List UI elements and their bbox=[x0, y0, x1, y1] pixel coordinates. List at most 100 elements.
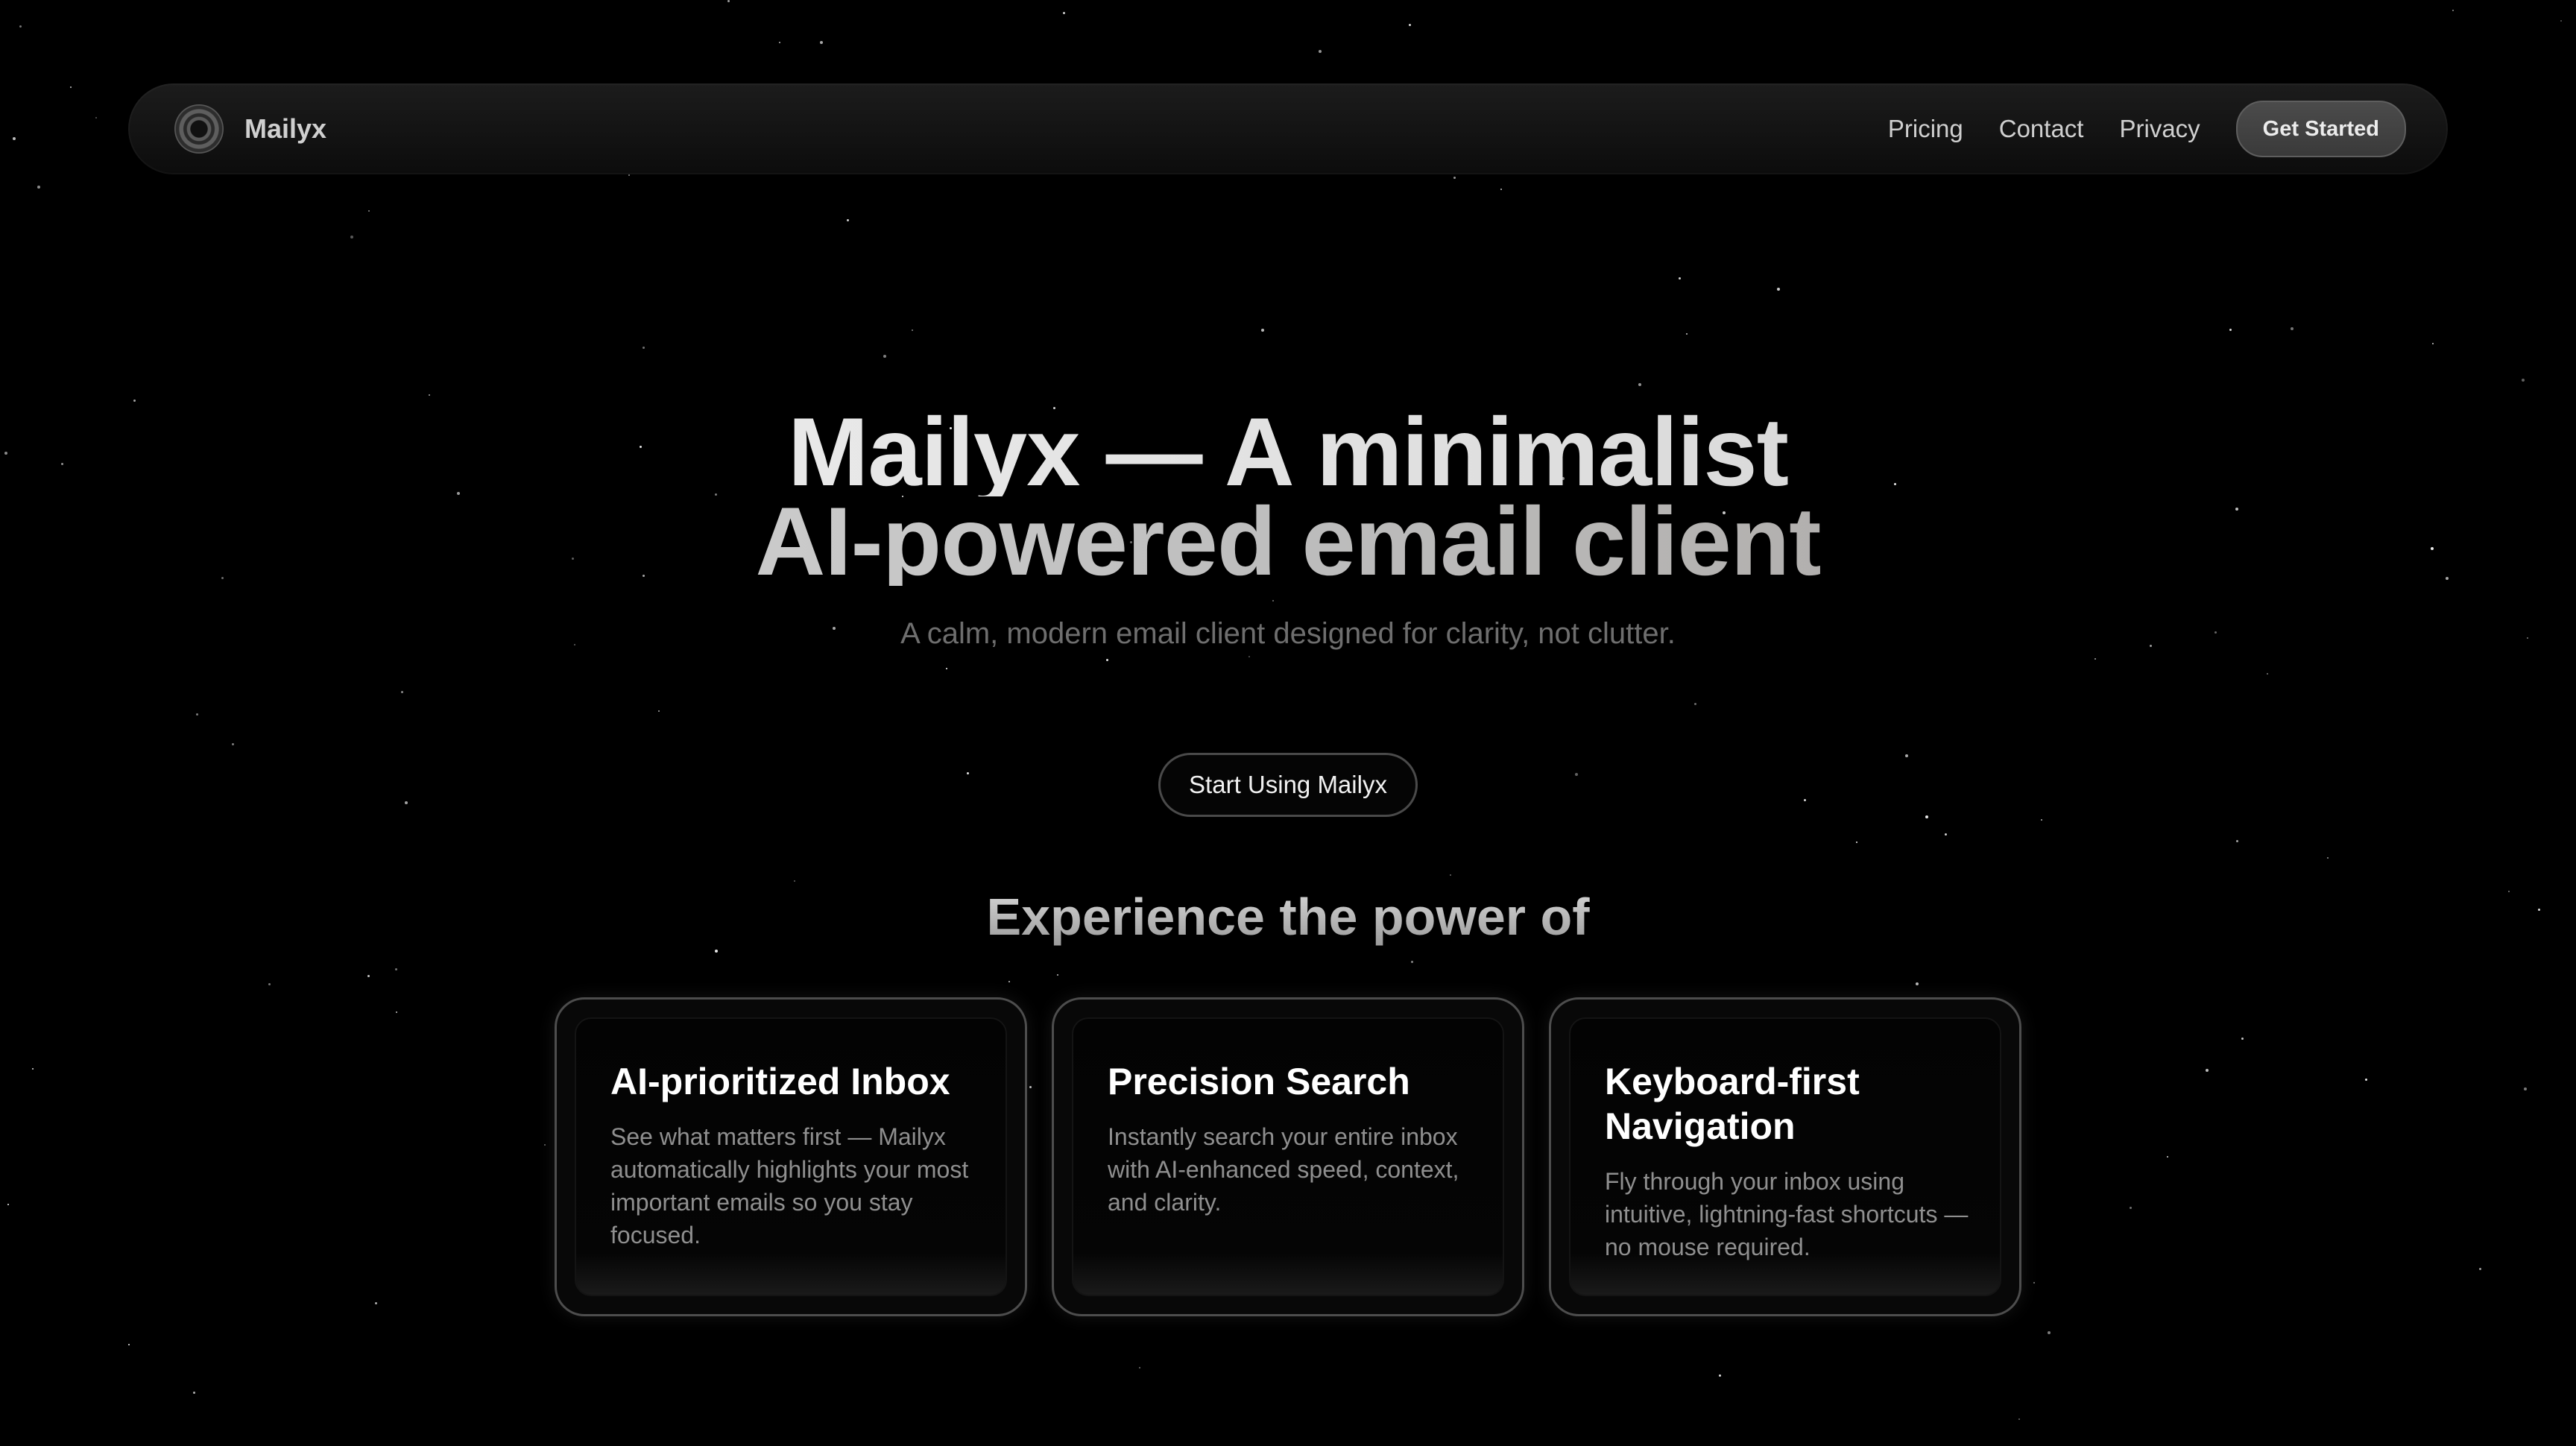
star-dot bbox=[658, 710, 660, 712]
star-dot bbox=[1719, 1374, 1721, 1377]
star-dot bbox=[350, 236, 353, 239]
star-dot bbox=[19, 25, 22, 28]
star-dot bbox=[1139, 1367, 1140, 1368]
star-dot bbox=[544, 1144, 546, 1146]
star-dot bbox=[401, 691, 403, 693]
star-dot bbox=[820, 41, 823, 44]
feature-card-precision-search: Precision Search Instantly search your e… bbox=[1052, 997, 1524, 1316]
feature-card-inner: Keyboard-first Navigation Fly through yo… bbox=[1569, 1017, 2001, 1296]
star-dot bbox=[32, 1068, 34, 1070]
star-dot bbox=[2432, 343, 2434, 344]
star-dot bbox=[1453, 177, 1456, 179]
features-heading: Experience the power of bbox=[0, 887, 2576, 947]
hero-title-line-2: AI-powered email client bbox=[0, 493, 2576, 590]
star-dot bbox=[2236, 840, 2238, 842]
star-dot bbox=[2048, 1331, 2051, 1334]
star-dot bbox=[368, 210, 370, 212]
star-dot bbox=[794, 880, 795, 882]
star-dot bbox=[13, 137, 16, 140]
feature-card-description: Fly through your inbox using intuitive, … bbox=[1605, 1168, 1969, 1260]
star-dot bbox=[628, 174, 630, 176]
star-dot bbox=[967, 772, 969, 774]
star-dot bbox=[1029, 1086, 1032, 1088]
star-dot bbox=[643, 347, 645, 349]
star-dot bbox=[2033, 1282, 2035, 1284]
star-dot bbox=[1272, 600, 1274, 602]
star-dot bbox=[1686, 333, 1688, 335]
star-dot bbox=[2241, 1038, 2244, 1040]
nav-link-contact[interactable]: Contact bbox=[1999, 115, 2084, 143]
star-dot bbox=[1777, 288, 1780, 291]
star-dot bbox=[95, 117, 97, 119]
star-dot bbox=[1409, 24, 1411, 26]
star-dot bbox=[375, 1302, 377, 1304]
star-dot bbox=[2041, 819, 2042, 821]
star-dot bbox=[1261, 329, 1264, 332]
star-dot bbox=[1411, 961, 1413, 963]
star-dot bbox=[1500, 189, 1502, 190]
star-dot bbox=[1319, 50, 1322, 53]
get-started-button[interactable]: Get Started bbox=[2235, 101, 2406, 157]
star-dot bbox=[1856, 842, 1857, 843]
start-using-button[interactable]: Start Using Mailyx bbox=[1158, 753, 1418, 817]
star-dot bbox=[1694, 703, 1696, 705]
nav-link-privacy[interactable]: Privacy bbox=[2119, 115, 2200, 143]
hero-subtitle: A calm, modern email client designed for… bbox=[900, 617, 1676, 650]
star-dot bbox=[2524, 1087, 2527, 1090]
star-dot bbox=[912, 329, 913, 331]
star-dot bbox=[1679, 277, 1681, 280]
star-dot bbox=[367, 975, 370, 977]
star-dot bbox=[2206, 1069, 2209, 1072]
star-dot bbox=[2479, 1268, 2481, 1270]
feature-card-keyboard-navigation: Keyboard-first Navigation Fly through yo… bbox=[1549, 997, 2021, 1316]
star-dot bbox=[1450, 874, 1451, 876]
star-dot bbox=[1248, 656, 1250, 657]
star-dot bbox=[196, 713, 198, 716]
star-dot bbox=[2522, 379, 2525, 382]
feature-card-description: Instantly search your entire inbox with … bbox=[1108, 1123, 1459, 1216]
star-dot bbox=[429, 394, 430, 396]
star-dot bbox=[1106, 659, 1108, 661]
feature-card-title: Precision Search bbox=[1108, 1061, 1410, 1102]
landing-page: Mailyx Pricing Contact Privacy Get Start… bbox=[0, 0, 2576, 1446]
star-dot bbox=[1575, 773, 1578, 776]
circle-logo-icon[interactable] bbox=[174, 104, 224, 154]
star-dot bbox=[2018, 1418, 2020, 1420]
top-navbar: Mailyx Pricing Contact Privacy Get Start… bbox=[128, 83, 2448, 174]
star-dot bbox=[883, 355, 886, 358]
star-dot bbox=[727, 0, 730, 2]
star-dot bbox=[2560, 20, 2562, 22]
star-dot bbox=[1945, 833, 1947, 836]
feature-card-title: Keyboard-first Navigation bbox=[1605, 1061, 1860, 1147]
star-dot bbox=[1638, 383, 1641, 386]
star-dot bbox=[37, 186, 40, 189]
star-dot bbox=[2365, 1079, 2367, 1081]
star-dot bbox=[1916, 982, 1919, 985]
star-dot bbox=[128, 1344, 130, 1345]
star-dot bbox=[405, 801, 408, 804]
star-dot bbox=[847, 219, 849, 221]
star-dot bbox=[946, 668, 947, 669]
star-dot bbox=[2452, 10, 2454, 11]
star-dot bbox=[1063, 12, 1065, 14]
star-dot bbox=[2130, 1207, 2132, 1209]
star-dot bbox=[268, 983, 271, 985]
nav-link-pricing[interactable]: Pricing bbox=[1888, 115, 1963, 143]
star-dot bbox=[2291, 327, 2294, 330]
star-dot bbox=[2327, 857, 2329, 859]
feature-card-inner: Precision Search Instantly search your e… bbox=[1072, 1017, 1504, 1296]
feature-card-ai-inbox: AI-prioritized Inbox See what matters fi… bbox=[555, 997, 1027, 1316]
star-dot bbox=[1804, 799, 1806, 801]
star-dot bbox=[715, 950, 718, 953]
hero-title-line-1: Mailyx — A minimalist bbox=[0, 403, 2576, 500]
star-dot bbox=[193, 1392, 195, 1394]
star-dot bbox=[1008, 981, 1010, 982]
star-dot bbox=[2267, 673, 2268, 675]
star-dot bbox=[395, 968, 397, 970]
star-dot bbox=[70, 86, 72, 88]
feature-card-title: AI-prioritized Inbox bbox=[610, 1061, 950, 1102]
hero-title: Mailyx — A minimalist AI-powered email c… bbox=[0, 403, 2576, 590]
star-dot bbox=[779, 42, 780, 43]
brand-name[interactable]: Mailyx bbox=[244, 113, 326, 145]
feature-card-description: See what matters first — Mailyx automati… bbox=[610, 1123, 969, 1248]
